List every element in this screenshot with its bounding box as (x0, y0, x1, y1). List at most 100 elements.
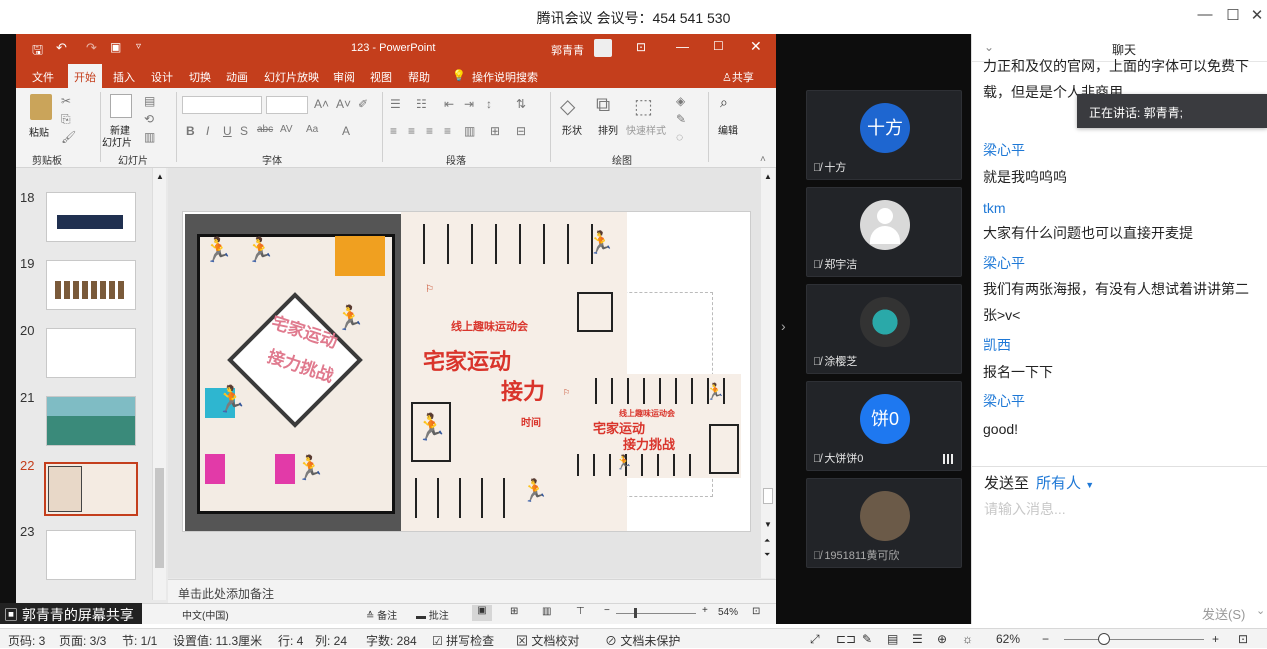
participant-tile[interactable]: 🎙̸ 涂樱芝 (806, 284, 962, 374)
row[interactable]: 行: 4 (278, 632, 303, 649)
reset-icon[interactable]: ⟲ (144, 112, 154, 126)
save-icon[interactable]: 🖫 (32, 41, 43, 63)
find-icon[interactable]: ⌕ (720, 94, 728, 111)
layout-icon[interactable]: ▤ (144, 94, 155, 108)
next-slide-icon[interactable]: ⏷ (764, 550, 770, 560)
collapse-ribbon-icon[interactable]: ˄ (760, 154, 766, 165)
font-family-dropdown[interactable] (182, 96, 262, 114)
zoom-slider[interactable] (1064, 639, 1204, 640)
shapes-icon[interactable]: ◇ (560, 94, 575, 119)
reading-mode-icon[interactable]: ⊏⊐ (836, 632, 856, 646)
user-avatar[interactable] (594, 39, 612, 57)
language-indicator[interactable]: 中文(中国) (182, 607, 229, 622)
word-count[interactable]: 字数: 284 (366, 632, 417, 649)
shadow-icon[interactable]: S (240, 124, 248, 138)
doc-protect[interactable]: ⊘ 文档未保护 (605, 632, 680, 649)
bullets-icon[interactable]: ☰ (390, 97, 401, 111)
align-center-icon[interactable]: ≡ (408, 124, 415, 138)
redo-icon[interactable]: ↷ (86, 40, 97, 56)
collapse-video-arrow-icon[interactable]: › (781, 318, 786, 334)
participant-tile[interactable]: 十方 🎙̸ 十方 (806, 90, 962, 180)
underline-icon[interactable]: U (223, 124, 232, 138)
notes-pane[interactable]: 单击此处添加备注 (168, 579, 776, 603)
scroll-thumb[interactable] (155, 468, 164, 568)
send-to-dropdown[interactable]: 所有人 ▼ (1036, 472, 1094, 493)
poster-2[interactable]: 🏃 ⚐ 线上趣味运动会 宅家运动 接力 🏃 🏃 (401, 212, 627, 531)
slide-sorter-icon[interactable]: ⊞ (510, 606, 518, 617)
close-icon[interactable]: ✕ (1246, 6, 1267, 26)
zoom-out-icon[interactable]: − (1042, 632, 1049, 646)
grow-font-icon[interactable]: A˄ (314, 97, 329, 111)
slide-thumbnail-selected[interactable] (44, 462, 138, 516)
scroll-up-icon[interactable]: ▲ (156, 172, 164, 181)
smartart-icon[interactable]: ⊞ (490, 124, 500, 138)
thumbnail-scrollbar[interactable]: ▲ (152, 168, 166, 600)
participant-tile[interactable]: 🎙̸ 郑宇洁 (806, 187, 962, 277)
shape-fill-icon[interactable]: ◈ (676, 94, 685, 108)
pen-icon[interactable]: ✎ (862, 632, 872, 646)
bold-icon[interactable]: B (186, 124, 195, 138)
page-count[interactable]: 页面: 3/3 (59, 632, 106, 649)
new-slide-icon[interactable] (110, 94, 132, 118)
tab-insert[interactable]: 插入 (113, 69, 135, 85)
doc-proof[interactable]: ⊠ 文档校对 (516, 632, 579, 649)
slide-vertical-scrollbar[interactable]: ▲ ▼ ⏶ ⏷ (761, 168, 775, 578)
tell-me-search[interactable]: 操作说明搜索 (472, 69, 538, 85)
numbering-icon[interactable]: ☷ (416, 97, 427, 111)
zoom-slider-thumb[interactable] (1098, 633, 1110, 645)
quick-style-icon[interactable]: ⬚ (634, 94, 653, 119)
section[interactable]: 节: 1/1 (122, 632, 157, 649)
poster-3[interactable]: 🏃 ⚐ 线上趣味运动会 宅家运动 接力挑战 时间 🏃 (521, 374, 741, 478)
arrange-icon[interactable]: ⧉ (596, 94, 610, 117)
send-options-icon[interactable]: ⌄ (1256, 604, 1265, 617)
chat-collapse-icon[interactable]: ⌄ (984, 40, 994, 54)
font-size-dropdown[interactable] (266, 96, 308, 114)
ppt-maximize-icon[interactable]: ☐ (713, 39, 724, 53)
page-code[interactable]: 页码: 3 (8, 632, 45, 649)
web-view-icon[interactable]: ⊕ (937, 632, 947, 646)
align-right-icon[interactable]: ≡ (426, 124, 433, 138)
normal-view-icon[interactable]: ▣ (472, 605, 492, 621)
scroll-down-icon[interactable]: ▼ (764, 520, 772, 529)
tab-slideshow[interactable]: 幻灯片放映 (264, 69, 319, 85)
undo-icon[interactable]: ↶ (56, 40, 67, 56)
slide-22[interactable]: 宅家运动 接力挑战 🏃 🏃 🏃 🏃 🏃 🏃 ⚐ 线上趣味运动会 宅家运动 接力 … (182, 211, 751, 532)
slide-thumbnail[interactable] (46, 328, 136, 378)
edit-label[interactable]: 编辑 (718, 122, 738, 137)
char-spacing-icon[interactable]: AV (280, 124, 293, 135)
indent-increase-icon[interactable]: ⇥ (464, 97, 474, 111)
align-left-icon[interactable]: ≡ (390, 124, 397, 138)
quick-style-label[interactable]: 快速样式 (626, 122, 666, 137)
shapes-label[interactable]: 形状 (562, 122, 582, 137)
shape-outline-icon[interactable]: ✎ (676, 112, 686, 126)
new-slide-label-2[interactable]: 幻灯片 (102, 134, 132, 149)
participant-tile[interactable]: 饼0 🎙̸ 大饼饼0 (806, 381, 962, 471)
tab-design[interactable]: 设计 (151, 69, 173, 85)
zoom-level[interactable]: 62% (996, 632, 1020, 646)
zoom-in-icon[interactable]: + (702, 605, 708, 616)
clear-format-icon[interactable]: ✐ (358, 97, 368, 111)
tab-view[interactable]: 视图 (370, 69, 392, 85)
ppt-minimize-icon[interactable]: — (676, 39, 689, 54)
scroll-thumb[interactable] (763, 488, 773, 504)
line-spacing-icon[interactable]: ↕ (486, 97, 492, 111)
paste-label[interactable]: 粘贴 (29, 124, 49, 139)
chat-input[interactable]: 请输入消息... (984, 499, 1066, 519)
paste-icon[interactable] (30, 94, 52, 120)
shrink-font-icon[interactable]: A˅ (336, 97, 351, 111)
send-button[interactable]: 发送(S) (1202, 604, 1245, 623)
fullscreen-icon[interactable]: ⤢ (810, 632, 820, 647)
text-direction-icon[interactable]: ⇅ (516, 97, 526, 111)
prev-slide-icon[interactable]: ⏶ (764, 536, 770, 546)
scroll-up-icon[interactable]: ▲ (764, 172, 772, 181)
eye-protect-icon[interactable]: ☼ (962, 632, 973, 646)
participant-tile[interactable]: 🎙̸ 1951811黄可欣 (806, 478, 962, 568)
copy-icon[interactable]: ⎘ (61, 112, 71, 127)
notes-placeholder[interactable]: 单击此处添加备注 (178, 585, 274, 602)
indent-decrease-icon[interactable]: ⇤ (444, 97, 454, 111)
zoom-slider[interactable] (616, 613, 696, 614)
tab-home[interactable]: 开始 (68, 64, 102, 88)
setting-value[interactable]: 设置值: 11.3厘米 (173, 632, 262, 649)
fit-slide-icon[interactable]: ⊡ (752, 606, 760, 617)
tab-file[interactable]: 文件 (32, 69, 54, 85)
